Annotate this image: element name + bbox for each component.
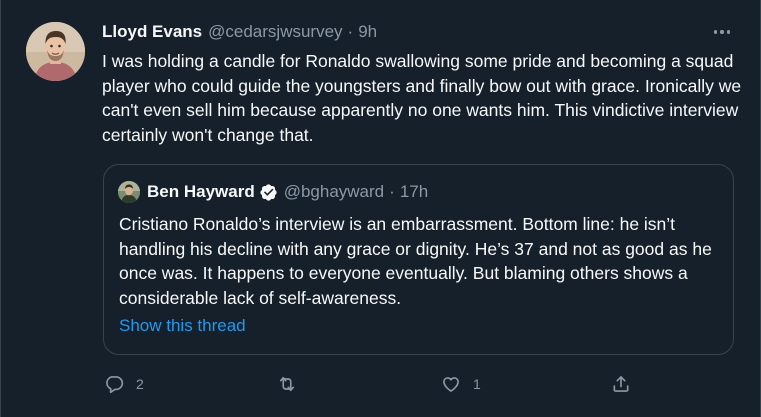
separator-dot: · [347,22,354,41]
tweet-text: I was holding a candle for Ronaldo swall… [102,51,742,145]
tweet-header: Lloyd Evans @cedarsjwsurvey · 9h [102,20,377,44]
quoted-author-handle[interactable]: @bghayward [284,182,384,202]
tweet-card[interactable]: Lloyd Evans @cedarsjwsurvey · 9h I was h… [0,0,761,417]
share-button[interactable] [611,370,631,398]
like-count: 1 [473,376,481,392]
show-thread-link[interactable]: Show this thread [119,316,246,336]
quoted-tweet-header: Ben Hayward @bghayward · 17h [118,181,428,203]
reply-icon [104,374,124,394]
heart-icon [441,374,461,394]
reply-count: 2 [136,376,144,392]
tweet-actions-bar: 2 1 [1,370,761,398]
like-button[interactable]: 1 [441,370,481,398]
separator-dot: · [389,182,395,201]
author-name[interactable]: Lloyd Evans [102,22,202,42]
share-icon [611,374,631,394]
more-horizontal-icon[interactable] [709,22,735,42]
quoted-tweet-timestamp[interactable]: 17h [400,182,428,202]
author-handle[interactable]: @cedarsjwsurvey [208,22,342,42]
quoted-tweet-text: Cristiano Ronaldo’s interview is an emba… [119,214,712,308]
author-avatar[interactable] [26,22,85,81]
verified-badge-icon [259,183,278,202]
quoted-author-name[interactable]: Ben Hayward [147,182,255,202]
retweet-icon [276,374,298,394]
quoted-author-avatar [118,181,140,203]
quoted-tweet[interactable]: Ben Hayward @bghayward · 17h Cristiano R… [103,164,734,355]
tweet-timestamp[interactable]: 9h [358,22,377,42]
reply-button[interactable]: 2 [104,370,144,398]
retweet-button[interactable] [276,370,310,398]
